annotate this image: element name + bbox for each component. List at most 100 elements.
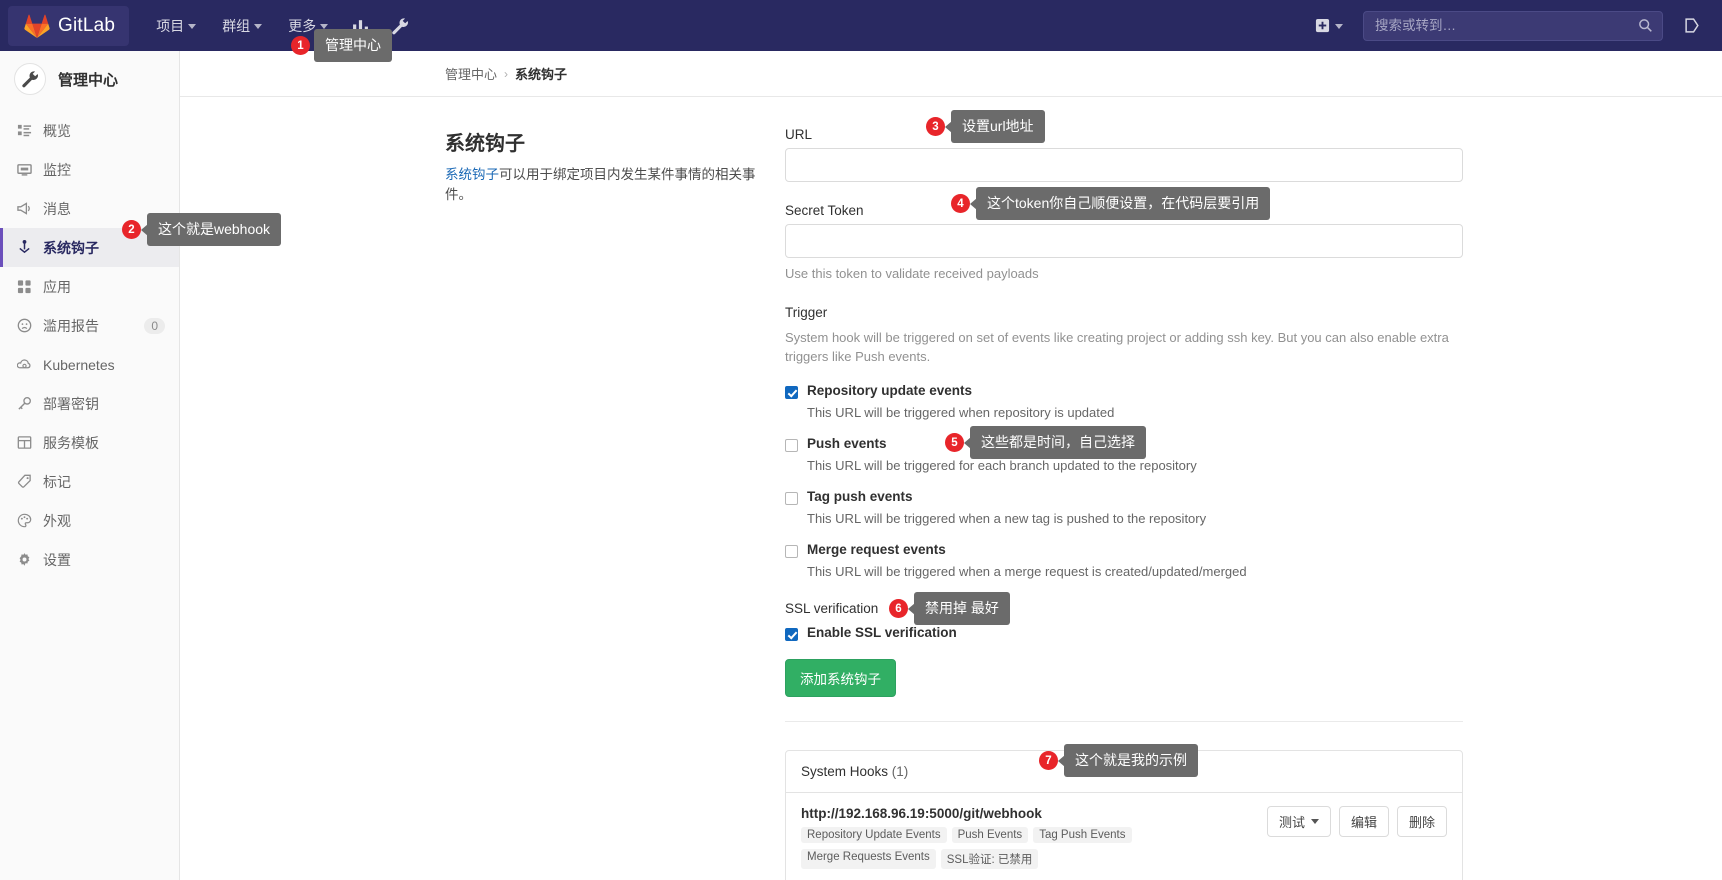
main-content: 管理中心 › 系统钩子 系统钩子 系统钩子可以用于绑定项目内发生某件事情的相关事… xyxy=(180,51,1722,880)
breadcrumb-root[interactable]: 管理中心 xyxy=(445,64,497,83)
chevron-down-icon xyxy=(1310,818,1319,824)
issues-button[interactable] xyxy=(1673,0,1712,51)
nav-item-groups-label: 群组 xyxy=(222,17,251,34)
hook-badges-secondary: Merge Requests Events SSL验证: 已禁用 xyxy=(801,848,1132,869)
status-badge: SSL验证: 已禁用 xyxy=(940,848,1039,869)
sidebar-item-appearance[interactable]: 外观 xyxy=(0,501,179,540)
test-hook-button[interactable]: 测试 xyxy=(1266,805,1331,837)
annotation-3-number: 3 xyxy=(926,117,945,136)
sidebar-item-deploy-keys[interactable]: 部署密钥 xyxy=(0,384,179,423)
search-icon xyxy=(1639,19,1652,32)
sidebar-item-applications[interactable]: 应用 xyxy=(0,267,179,306)
trigger-tag-push-events-row[interactable]: Tag push events xyxy=(785,489,1463,505)
annotation-7: 7 这个就是我的示例 xyxy=(1039,744,1198,777)
system-hooks-doc-link[interactable]: 系统钩子 xyxy=(445,167,499,182)
breadcrumb-separator-icon: › xyxy=(504,66,509,81)
wrench-icon xyxy=(392,17,409,34)
annotation-6-bubble: 禁用掉 最好 xyxy=(914,592,1010,625)
key-icon xyxy=(16,396,32,412)
new-item-button[interactable] xyxy=(1305,9,1353,43)
sidebar-item-abuse-reports-label: 滥用报告 xyxy=(43,317,99,334)
annotation-6: 6 禁用掉 最好 xyxy=(889,592,1010,625)
trigger-merge-request-events-row[interactable]: Merge request events xyxy=(785,542,1463,558)
delete-hook-button[interactable]: 删除 xyxy=(1396,805,1447,837)
sidebar-header[interactable]: 管理中心 xyxy=(0,51,179,109)
sidebar-item-applications-label: 应用 xyxy=(43,278,71,295)
megaphone-icon xyxy=(16,201,32,217)
annotation-7-bubble: 这个就是我的示例 xyxy=(1064,744,1198,777)
sidebar-item-monitoring[interactable]: 监控 xyxy=(0,150,179,189)
add-system-hook-button[interactable]: 添加系统钩子 xyxy=(785,658,896,697)
annotation-4-number: 4 xyxy=(951,194,970,213)
nav-item-projects[interactable]: 项目 xyxy=(143,0,209,51)
tag-push-events-checkbox[interactable] xyxy=(785,491,798,505)
system-hooks-panel-title: System Hooks xyxy=(801,763,889,779)
sidebar-item-service-templates[interactable]: 服务模板 xyxy=(0,423,179,462)
top-navbar: GitLab 项目 群组 更多 xyxy=(0,0,1722,51)
section-divider xyxy=(785,720,1463,722)
submit-row: 添加系统钩子 xyxy=(785,658,1463,697)
trigger-help: System hook will be triggered on set of … xyxy=(785,329,1449,364)
push-events-checkbox[interactable] xyxy=(785,438,798,452)
template-icon xyxy=(16,435,32,451)
push-events-help: This URL will be triggered for each bran… xyxy=(807,457,1197,473)
nav-item-groups[interactable]: 群组 xyxy=(209,0,275,51)
breadcrumb-current: 系统钩子 xyxy=(515,67,568,82)
sidebar-item-appearance-label: 外观 xyxy=(43,512,71,529)
sidebar-item-service-templates-label: 服务模板 xyxy=(43,434,99,451)
sidebar-item-labels-label: 标记 xyxy=(43,473,71,490)
annotation-5-number: 5 xyxy=(945,433,964,452)
status-badge: Push Events xyxy=(951,826,1029,843)
annotation-2: 2 这个就是webhook xyxy=(122,213,282,246)
search-input[interactable] xyxy=(1373,17,1638,34)
global-search-box[interactable] xyxy=(1363,10,1663,41)
annotation-3-bubble: 设置url地址 xyxy=(951,110,1045,143)
hook-badges: Repository Update Events Push Events Tag… xyxy=(801,826,1132,843)
annotation-1-bubble: 管理中心 xyxy=(314,29,392,62)
sidebar-item-labels[interactable]: 标记 xyxy=(0,462,179,501)
repository-update-events-help: This URL will be triggered when reposito… xyxy=(807,404,1115,420)
status-badge: Repository Update Events xyxy=(801,826,947,843)
url-label: URL xyxy=(785,127,813,142)
applications-icon xyxy=(16,279,32,295)
annotation-7-number: 7 xyxy=(1039,751,1058,770)
enable-ssl-verification-row[interactable]: Enable SSL verification xyxy=(785,625,1463,641)
repository-update-events-checkbox[interactable] xyxy=(785,385,798,399)
sidebar-item-overview[interactable]: 概览 xyxy=(0,111,179,150)
annotation-5-bubble: 这些都是时间，自己选择 xyxy=(970,426,1146,459)
gitlab-brand-text: GitLab xyxy=(58,14,116,36)
system-hooks-count: (1) xyxy=(891,763,909,779)
push-events-label: Push events xyxy=(807,435,887,451)
plus-square-icon xyxy=(1315,18,1330,33)
palette-icon xyxy=(16,513,32,529)
trigger-repository-update-events-row[interactable]: Repository update events xyxy=(785,383,1463,399)
sidebar-item-kubernetes[interactable]: Kubernetes xyxy=(0,345,179,384)
enable-ssl-verification-checkbox[interactable] xyxy=(785,627,798,641)
annotation-1-number: 1 xyxy=(291,36,310,55)
sidebar-item-abuse-reports[interactable]: 滥用报告 0 xyxy=(0,306,179,345)
sad-face-icon xyxy=(16,318,32,334)
annotation-2-number: 2 xyxy=(122,220,141,239)
sidebar-item-settings[interactable]: 设置 xyxy=(0,540,179,579)
annotation-2-bubble: 这个就是webhook xyxy=(147,213,282,246)
tag-push-events-label: Tag push events xyxy=(807,488,913,504)
nav-item-projects-label: 项目 xyxy=(156,17,185,34)
gitlab-home-link[interactable]: GitLab xyxy=(8,5,130,46)
admin-sidebar: 管理中心 概览 监控 消息 系统钩子 应用 滥用报告 0 Kubernetes … xyxy=(0,51,180,880)
enable-ssl-verification-label: Enable SSL verification xyxy=(807,624,957,640)
url-input[interactable] xyxy=(785,148,1463,182)
annotation-4: 4 这个token你自己顺便设置，在代码层要引用 xyxy=(951,187,1271,220)
sidebar-item-settings-label: 设置 xyxy=(43,551,71,568)
kubernetes-icon xyxy=(16,357,32,373)
edit-hook-button[interactable]: 编辑 xyxy=(1338,805,1389,837)
chevron-down-icon xyxy=(1335,24,1343,29)
page-description: 系统钩子可以用于绑定项目内发生某件事情的相关事件。 xyxy=(445,165,765,206)
issues-icon xyxy=(1685,18,1699,33)
ssl-verification-label: SSL verification xyxy=(785,600,879,616)
gear-icon xyxy=(16,552,32,568)
secret-token-help: Use this token to validate received payl… xyxy=(785,266,1039,281)
overview-icon xyxy=(16,123,32,139)
merge-request-events-help: This URL will be triggered when a merge … xyxy=(807,563,1247,579)
secret-token-input[interactable] xyxy=(785,224,1463,258)
merge-request-events-checkbox[interactable] xyxy=(785,544,798,558)
